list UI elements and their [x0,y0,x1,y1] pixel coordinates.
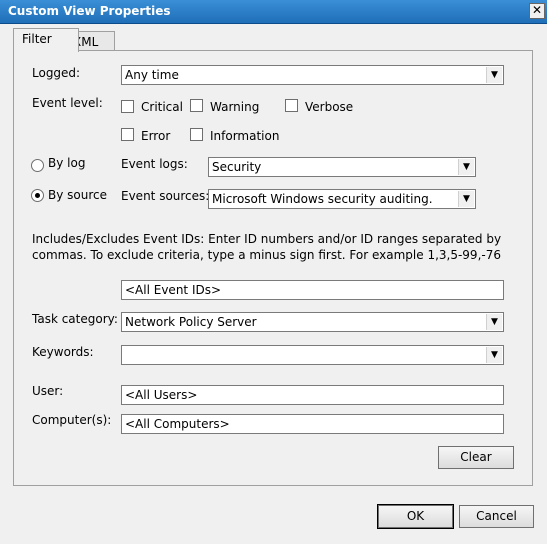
close-button[interactable]: ✕ [529,3,545,19]
information-label: Information [210,129,280,143]
logged-dropdown[interactable]: Any time ▼ [121,65,504,85]
cancel-button[interactable]: Cancel [459,505,534,528]
event-sources-label: Event sources: [121,189,210,203]
chevron-down-icon[interactable]: ▼ [458,191,474,207]
task-category-label: Task category: [32,312,118,326]
logged-label: Logged: [32,66,81,80]
error-label: Error [141,129,171,143]
clear-button[interactable]: Clear [438,446,514,469]
user-label: User: [32,384,64,398]
event-logs-dropdown[interactable]: Security ▼ [208,157,476,177]
cancel-label: Cancel [476,509,517,523]
chevron-down-icon[interactable]: ▼ [486,314,502,330]
event-logs-label: Event logs: [121,157,188,171]
user-input[interactable]: <All Users> [121,385,504,405]
event-logs-value: Security [212,160,262,174]
keywords-dropdown[interactable]: ▼ [121,345,504,365]
by-source-radio[interactable] [31,189,44,202]
tab-filter[interactable]: Filter [13,28,79,52]
custom-view-properties-dialog: Custom View Properties ✕ Filter XML Logg… [0,0,547,544]
keywords-label: Keywords: [32,345,94,359]
event-ids-description: Includes/Excludes Event IDs: Enter ID nu… [32,232,502,262]
close-icon: ✕ [531,3,543,17]
radio-selected-dot [35,193,40,198]
event-sources-dropdown[interactable]: Microsoft Windows security auditing. ▼ [208,189,476,209]
event-level-label: Event level: [32,96,103,110]
chevron-down-icon[interactable]: ▼ [486,347,502,363]
warning-checkbox[interactable] [190,99,203,112]
computer-value: <All Computers> [125,417,230,431]
by-log-label: By log [48,156,86,170]
title-bar: Custom View Properties ✕ [0,0,547,24]
event-sources-value: Microsoft Windows security auditing. [212,192,433,206]
by-source-label: By source [48,188,107,202]
verbose-checkbox[interactable] [285,99,298,112]
error-checkbox[interactable] [121,128,134,141]
task-category-value: Network Policy Server [125,315,257,329]
critical-label: Critical [141,100,183,114]
chevron-down-icon[interactable]: ▼ [486,67,502,83]
window-title: Custom View Properties [8,4,171,18]
ok-button[interactable]: OK [377,504,454,529]
event-ids-input[interactable]: <All Event IDs> [121,280,504,300]
logged-value: Any time [125,68,179,82]
computer-label: Computer(s): [32,413,112,427]
computer-input[interactable]: <All Computers> [121,414,504,434]
by-log-radio[interactable] [31,159,44,172]
ok-label: OK [406,509,425,523]
task-category-dropdown[interactable]: Network Policy Server ▼ [121,312,504,332]
chevron-down-icon[interactable]: ▼ [458,159,474,175]
warning-label: Warning [210,100,260,114]
tab-filter-label: Filter [22,32,52,46]
user-value: <All Users> [125,388,198,402]
information-checkbox[interactable] [190,128,203,141]
filter-tab-panel: Logged: Any time ▼ Event level: Critical… [13,50,533,486]
verbose-label: Verbose [305,100,354,114]
clear-label: Clear [460,450,492,464]
critical-checkbox[interactable] [121,100,134,113]
event-ids-value: <All Event IDs> [125,283,222,297]
